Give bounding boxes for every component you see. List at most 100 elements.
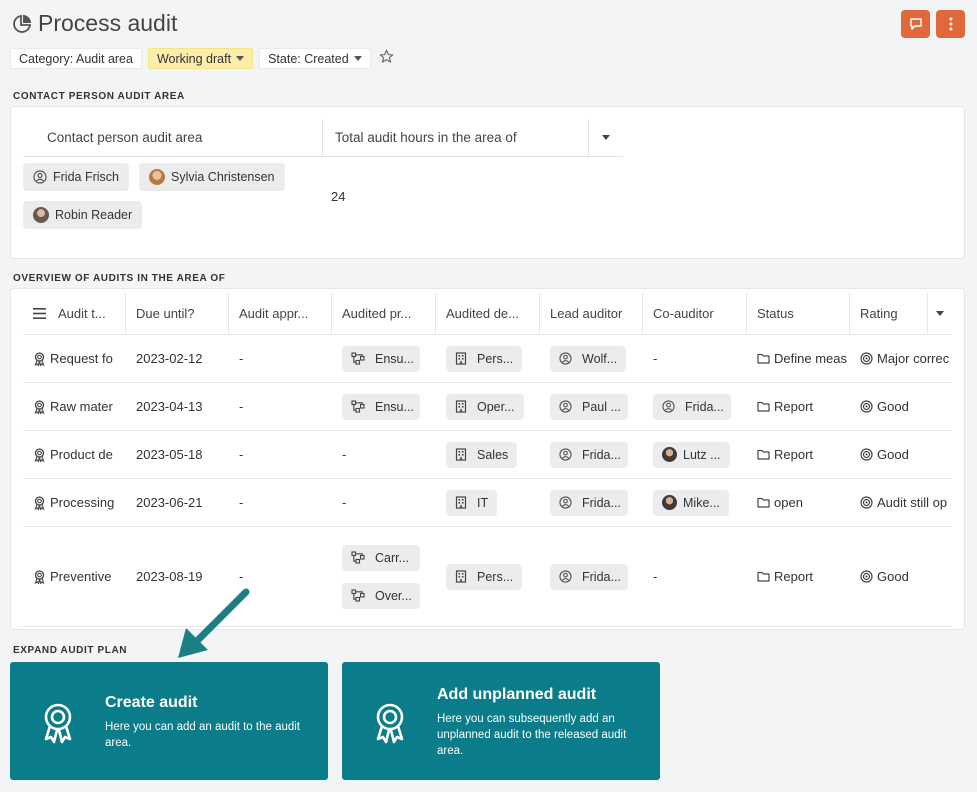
co-auditor-chip[interactable]: Frida... [653,393,731,420]
approval-cell: - [229,431,332,478]
working-draft-tag[interactable]: Working draft [147,48,254,69]
star-icon[interactable] [379,49,394,69]
page-header: Process audit [12,10,177,37]
department-name: Pers... [477,351,514,366]
column-status[interactable]: Status [747,293,850,334]
audits-table-header: Audit t... Due until? Audit appr... Audi… [23,293,952,335]
department-chip[interactable]: Sales [446,441,518,468]
process-chip[interactable]: Carr... [342,544,420,571]
pointer-arrow-icon [178,588,250,658]
audit-topic: Product de [50,447,113,462]
audit-topic-cell[interactable]: Raw mater [23,383,126,430]
status-text: Report [774,569,814,584]
comment-icon [909,18,922,30]
process-icon [351,551,365,564]
column-audited-department[interactable]: Audited de... [436,293,540,334]
person-chip[interactable]: Robin Reader [23,201,143,229]
process-chip[interactable]: Ensu... [342,345,420,372]
process-icon [351,400,365,413]
audit-topic-cell[interactable]: Processing [23,479,126,526]
audit-topic: Raw mater [50,399,113,414]
column-menu-button[interactable] [928,293,952,334]
category-tag[interactable]: Category: Audit area [10,48,142,69]
process-list: Ensu... [342,345,420,372]
process-name: Ensu... [375,399,414,414]
co-auditor-cell: Frida... [643,383,747,430]
contact-column-header[interactable]: Contact person audit area [23,119,323,156]
person-name: Frida Frisch [53,170,119,184]
column-audit-topic[interactable]: Audit t... [23,293,126,334]
department-chip[interactable]: Pers... [446,345,523,372]
co-auditor-cell: - [643,527,747,626]
person-name: Lutz ... [683,447,721,462]
co-auditor-cell: Lutz ... [643,431,747,478]
cell-value: - [239,447,244,462]
department-name: IT [477,495,489,510]
create-audit-tile[interactable]: Create audit Here you can add an audit t… [10,662,328,780]
process-icon [351,589,365,602]
process-chip[interactable]: Over... [342,582,420,609]
state-tag[interactable]: State: Created [259,48,371,69]
contact-table-header: Contact person audit area Total audit ho… [23,119,623,157]
lead-auditor-chip[interactable]: Frida... [550,441,628,468]
process-icon [351,352,365,365]
more-options-button[interactable] [936,10,965,38]
audit-topic-cell[interactable]: Product de [23,431,126,478]
contact-section-label: CONTACT PERSON AUDIT AREA [13,91,185,102]
person-chip[interactable]: Frida Frisch [23,163,129,191]
building-icon [455,570,467,583]
person-name: Paul ... [582,399,621,414]
avatar [662,495,677,510]
column-audit-approval[interactable]: Audit appr... [229,293,332,334]
department-chip[interactable]: IT [446,489,498,516]
table-row[interactable]: Request fo 2023-02-12 - Ensu... Pers... Wolf.… [23,335,952,383]
department-chip[interactable]: Oper... [446,393,524,420]
lead-auditor-chip[interactable]: Frida... [550,489,628,516]
rating-text: Major correc [877,351,950,366]
department-cell: IT [436,479,540,526]
building-icon [455,400,467,413]
table-row[interactable]: Processing 2023-06-21 - - IT Frida... Mike... o… [23,479,952,527]
status-cell: Define meas [747,335,850,382]
lead-auditor-chip[interactable]: Paul ... [550,393,628,420]
top-actions [901,10,965,38]
total-hours-value: 24 [331,189,346,204]
column-menu-button[interactable] [589,119,623,156]
co-auditor-chip[interactable]: Mike... [653,489,729,516]
column-due-until[interactable]: Due until? [126,293,229,334]
audit-topic-cell[interactable]: Request fo [23,335,126,382]
rating-cell: Good [850,383,952,430]
column-audited-process[interactable]: Audited pr... [332,293,436,334]
tile-description: Here you can subsequently add an unplann… [437,713,627,757]
user-circle-icon [559,400,572,413]
table-row[interactable]: Raw mater 2023-04-13 - Ensu... Oper... Paul .… [23,383,952,431]
award-icon [33,399,46,414]
co-auditor-chip[interactable]: Lutz ... [653,441,730,468]
cell-value: - [653,351,658,366]
table-row[interactable]: Preventive 2023-08-19 - Carr... Over... Pers.… [23,527,952,627]
column-rating[interactable]: Rating [850,293,928,334]
audit-topic-cell[interactable]: Preventive [23,527,126,626]
column-co-auditor[interactable]: Co-auditor [643,293,747,334]
lead-auditor-cell: Frida... [540,527,643,626]
audits-panel: Audit t... Due until? Audit appr... Audi… [10,288,965,630]
chevron-down-icon [236,56,245,61]
audit-topic: Preventive [50,569,112,584]
person-chip[interactable]: Sylvia Christensen [138,163,285,191]
process-cell: Ensu... [332,383,436,430]
department-chip[interactable]: Pers... [446,563,523,590]
approval-cell: - [229,335,332,382]
column-lead-auditor[interactable]: Lead auditor [540,293,643,334]
process-chip[interactable]: Ensu... [342,393,420,420]
add-unplanned-audit-tile[interactable]: Add unplanned audit Here you can subsequ… [342,662,660,780]
lead-auditor-chip[interactable]: Frida... [550,563,628,590]
cell-value: - [239,495,244,510]
lead-auditor-chip[interactable]: Wolf... [550,345,627,372]
comment-button[interactable] [901,10,930,38]
cell-value: - [239,569,244,584]
hours-column-header[interactable]: Total audit hours in the area of [323,119,589,156]
status-text: open [774,495,803,510]
tile-title: Create audit [105,694,198,711]
table-row[interactable]: Product de 2023-05-18 - - Sales Frida... Lutz … [23,431,952,479]
contact-panel: Contact person audit area Total audit ho… [10,106,965,259]
